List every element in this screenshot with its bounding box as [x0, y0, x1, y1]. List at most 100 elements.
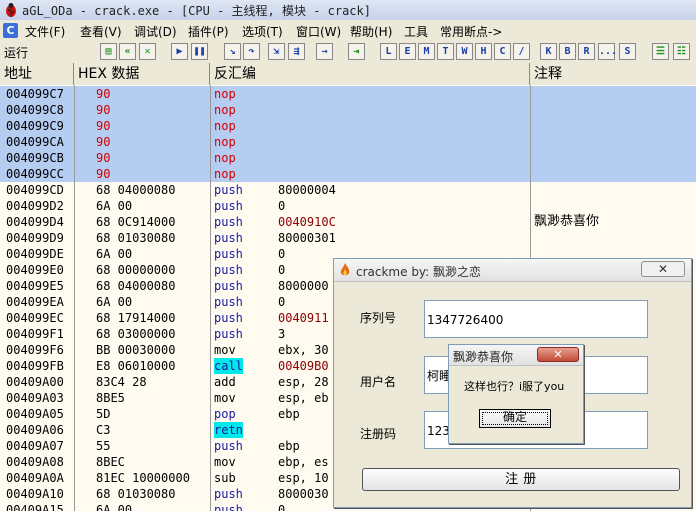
hex-cell: 90	[96, 103, 111, 117]
tb-L[interactable]: L	[380, 43, 397, 60]
trace-over-icon[interactable]: ⇶	[288, 43, 305, 60]
hex-cell: 90	[96, 135, 111, 149]
menu-plugins[interactable]: 插件(P)	[188, 23, 229, 40]
tb-K[interactable]: K	[540, 43, 557, 60]
open-icon[interactable]: ▤	[100, 43, 117, 60]
address-cell: 004099CD	[6, 183, 64, 197]
mnemonic-cell: push	[214, 199, 243, 213]
table-row[interactable]: 004099D2 6A 00 push 0	[0, 198, 696, 214]
close-icon[interactable]: ✕	[537, 347, 579, 362]
window-title: aGL_ODa - crack.exe - [CPU - 主线程, 模块 - c…	[22, 4, 371, 18]
mnemonic-cell: push	[214, 247, 243, 261]
col-disasm[interactable]: 反汇编	[210, 63, 530, 85]
execute-till-return-icon[interactable]: →	[316, 43, 333, 60]
table-row[interactable]: 004099CC 90 nop	[0, 166, 696, 182]
hex-cell: 90	[96, 119, 111, 133]
mnemonic-cell: push	[214, 183, 243, 197]
flame-icon	[340, 263, 350, 276]
col-address[interactable]: 地址	[0, 63, 74, 85]
message-box: 飘渺恭喜你 ✕ 这样也行？i服了you 确定	[448, 344, 584, 444]
table-row[interactable]: 004099C9 90 nop	[0, 118, 696, 134]
col-hex[interactable]: HEX 数据	[74, 63, 210, 85]
comment-cell: 飘渺恭喜你	[534, 214, 600, 229]
address-cell: 004099FB	[6, 359, 64, 373]
tb-E[interactable]: E	[399, 43, 416, 60]
hex-cell: 83C4 28	[96, 375, 147, 389]
run-icon[interactable]: ▶	[171, 43, 188, 60]
mnemonic-cell: push	[214, 279, 243, 293]
address-cell: 004099D2	[6, 199, 64, 213]
crackme-title: crackme by: 飘渺之恋	[356, 265, 482, 279]
operand-cell: 3	[278, 327, 286, 341]
operand-cell: 8000030	[278, 487, 329, 501]
address-cell: 00409A08	[6, 455, 64, 469]
menu-tools[interactable]: 工具	[404, 23, 428, 40]
menu-help[interactable]: 帮助(H)	[350, 23, 392, 40]
address-cell: 00409A06	[6, 423, 64, 437]
msgbox-titlebar: 飘渺恭喜你 ✕	[449, 345, 583, 366]
operand-cell: esp, 28	[278, 375, 329, 389]
address-cell: 00409A03	[6, 391, 64, 405]
menu-common-breakpoints[interactable]: 常用断点->	[440, 23, 502, 40]
list-view-icon[interactable]: ☰	[652, 43, 669, 60]
go-to-icon[interactable]: ⇥	[348, 43, 365, 60]
trace-into-icon[interactable]: ⇲	[268, 43, 285, 60]
crackme-close-button[interactable]: ✕	[641, 261, 685, 277]
tb-C[interactable]: C	[494, 43, 511, 60]
address-cell: 004099CB	[6, 151, 64, 165]
mnemonic-cell: call	[214, 358, 243, 374]
mnemonic-cell: push	[214, 487, 243, 501]
table-row[interactable]: 004099C7 90 nop	[0, 86, 696, 102]
tb-W[interactable]: W	[456, 43, 473, 60]
hex-cell: 6A 00	[96, 247, 133, 261]
hex-cell: 68 03000000	[96, 327, 176, 341]
system-menu-icon[interactable]: C	[3, 23, 18, 38]
table-row[interactable]: 004099CA 90 nop	[0, 134, 696, 150]
step-over-icon[interactable]: ↷	[243, 43, 260, 60]
mnemonic-cell: push	[214, 215, 243, 229]
tb-ellipsis[interactable]: ...	[598, 43, 617, 60]
tb-T[interactable]: T	[437, 43, 454, 60]
tb-H[interactable]: H	[475, 43, 492, 60]
tb-slash[interactable]: /	[513, 43, 530, 60]
col-comment[interactable]: 注释	[530, 63, 696, 85]
table-row[interactable]: 004099CD 68 04000080 push 80000004	[0, 182, 696, 198]
tb-M[interactable]: M	[418, 43, 435, 60]
operand-cell: esp, 10	[278, 471, 329, 485]
menu-window[interactable]: 窗口(W)	[296, 23, 341, 40]
operand-cell: 80000004	[278, 183, 336, 197]
menu-file[interactable]: 文件(F)	[25, 23, 65, 40]
table-row[interactable]: 004099C8 90 nop	[0, 102, 696, 118]
register-button[interactable]: 注 册	[362, 468, 680, 491]
restart-icon[interactable]: «	[119, 43, 136, 60]
mnemonic-cell: nop	[214, 151, 236, 165]
username-label: 用户名	[360, 375, 397, 389]
col-divider	[210, 85, 211, 511]
table-row[interactable]: 004099D4 68 0C914000 push 0040910C 飘渺恭喜你	[0, 214, 696, 230]
operand-cell: 80000301	[278, 231, 336, 245]
address-cell: 004099DE	[6, 247, 64, 261]
table-row[interactable]: 004099CB 90 nop	[0, 150, 696, 166]
step-into-icon[interactable]: ↘	[224, 43, 241, 60]
mnemonic-cell: nop	[214, 87, 236, 101]
close-process-icon[interactable]: ✕	[139, 43, 156, 60]
tb-R[interactable]: R	[578, 43, 595, 60]
table-row[interactable]: 004099D9 68 01030080 push 80000301	[0, 230, 696, 246]
ok-button[interactable]: 确定	[479, 409, 551, 428]
serial-label: 序列号	[360, 311, 397, 325]
mnemonic-cell: mov	[214, 391, 236, 405]
operand-cell: ebp	[278, 407, 300, 421]
options-icon[interactable]: ☷	[673, 43, 690, 60]
pause-icon[interactable]: ❚❚	[191, 43, 208, 60]
mnemonic-cell: push	[214, 295, 243, 309]
mnemonic-cell: sub	[214, 471, 236, 485]
operand-cell: 0040910C	[278, 215, 336, 229]
menu-debug[interactable]: 调试(D)	[134, 23, 177, 40]
tb-B[interactable]: B	[559, 43, 576, 60]
hex-cell: 68 01030080	[96, 231, 176, 245]
tb-S[interactable]: S	[619, 43, 636, 60]
menu-view[interactable]: 查看(V)	[80, 23, 122, 40]
serial-field[interactable]: 1347726400	[424, 300, 648, 338]
hex-cell: 68 04000080	[96, 279, 176, 293]
menu-options[interactable]: 选项(T)	[242, 23, 283, 40]
